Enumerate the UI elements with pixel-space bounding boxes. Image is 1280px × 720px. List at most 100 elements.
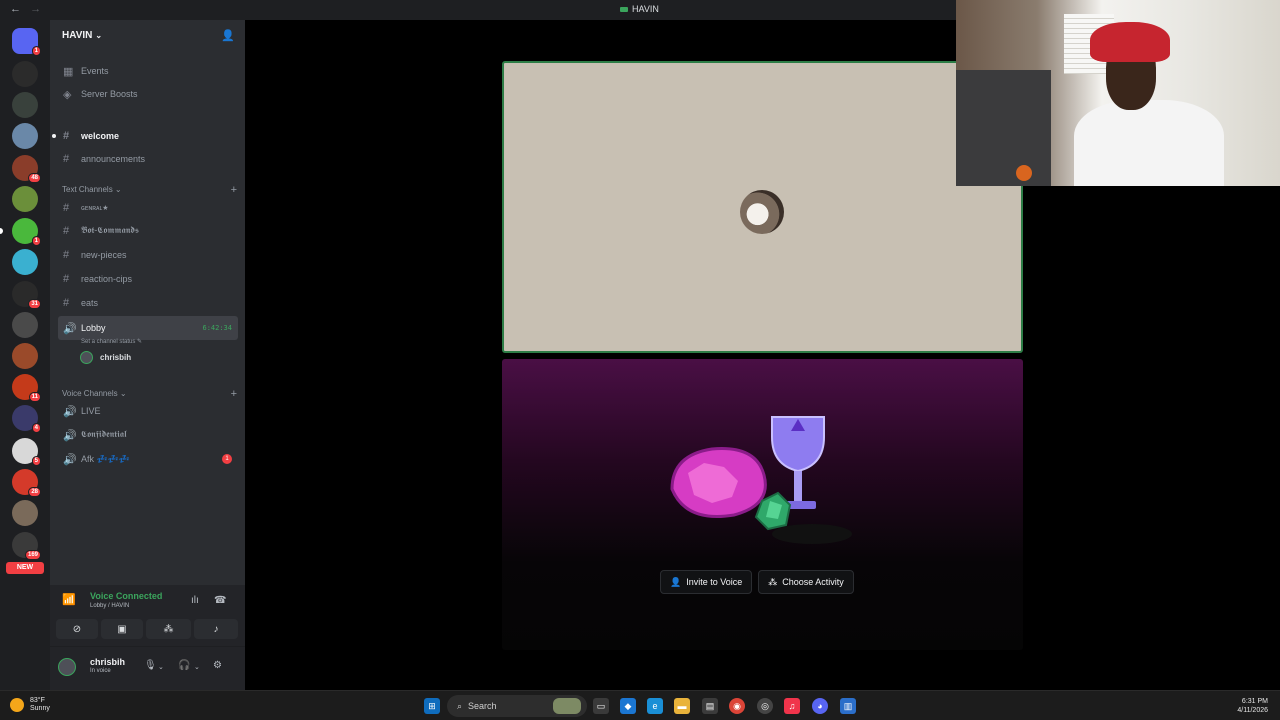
- server-2-icon[interactable]: [12, 92, 38, 118]
- system-clock[interactable]: 6:31 PM 4/11/2026: [1237, 697, 1268, 715]
- weather-widget[interactable]: 83°F Sunny: [10, 697, 50, 713]
- clock-date: 4/11/2026: [1237, 707, 1268, 714]
- add-channel-icon[interactable]: +: [231, 184, 237, 196]
- stage-actions: 👤 Invite to Voice ⁂ Choose Activity: [660, 570, 854, 594]
- microphone-icon[interactable]: 🎙: [144, 660, 157, 671]
- discord-icon[interactable]: ◕: [812, 698, 828, 714]
- activity-tile: 👤 Invite to Voice ⁂ Choose Activity: [502, 359, 1023, 650]
- activities-icon: ⁂: [768, 576, 778, 587]
- avatar: [80, 351, 93, 364]
- webcam-person-body: [1074, 100, 1224, 186]
- channel-sidebar: HAVIN ⌄ 👤 ▦ Events ◈ Server Boosts # welcom…: [50, 20, 245, 690]
- taskbar-search[interactable]: ⌕ Search: [447, 695, 587, 717]
- channel-status[interactable]: Set a channel status ✎: [81, 338, 142, 345]
- soundboard-button[interactable]: ♪: [194, 619, 238, 639]
- channel-welcome[interactable]: # welcome: [52, 126, 238, 146]
- task-view-icon[interactable]: ▭: [593, 698, 609, 714]
- discord-home-icon[interactable]: 1: [12, 28, 41, 56]
- channel-new-pieces[interactable]: # new-pieces: [58, 245, 238, 265]
- channel-eats[interactable]: # eats: [58, 293, 238, 313]
- notepad-icon[interactable]: ▥: [840, 698, 856, 714]
- category-text-channels[interactable]: Text Channels ⌄ +: [62, 184, 237, 196]
- back-button[interactable]: ←: [10, 3, 21, 15]
- speaker-icon: 🔊: [63, 322, 77, 335]
- edge-icon[interactable]: e: [647, 698, 663, 714]
- headphones-icon[interactable]: 🎧: [178, 660, 190, 671]
- server-3-icon[interactable]: [12, 123, 38, 149]
- store-icon[interactable]: ▤: [702, 698, 718, 714]
- channel-label: Lobby: [81, 323, 106, 333]
- events-item[interactable]: ▦ Events: [58, 61, 238, 81]
- voice-channel-afk[interactable]: 🔊 Afk 💤💤💤 1: [58, 449, 238, 469]
- server-7-icon[interactable]: [12, 249, 38, 275]
- copilot-icon[interactable]: ◆: [620, 698, 636, 714]
- search-icon: ⌕: [457, 700, 463, 711]
- voice-user-name: chrisbih: [100, 353, 132, 362]
- server-bm-icon[interactable]: [12, 61, 38, 87]
- channel-genral[interactable]: # ɢᴇɴʀᴀʟ★: [58, 198, 238, 218]
- invite-to-voice-button[interactable]: 👤 Invite to Voice: [660, 570, 753, 594]
- server-10-icon[interactable]: [12, 343, 38, 369]
- server-4-icon[interactable]: 48: [12, 155, 41, 183]
- chevron-down-icon[interactable]: ⌄: [158, 663, 164, 671]
- channel-label: 𝕮𝖔𝖓𝖋𝖎𝖉𝖊𝖓𝖙𝖎𝖆𝖑: [81, 430, 127, 440]
- channel-bot-commands[interactable]: # 𝕭𝖔𝖙-𝕮𝖔𝖒𝖒𝖆𝖓𝖉𝖘: [58, 221, 238, 241]
- channel-announcements[interactable]: # announcements: [58, 149, 238, 169]
- noise-suppression-icon[interactable]: ılı: [191, 595, 199, 606]
- unread-dot: [52, 134, 56, 138]
- server-14-icon[interactable]: 28: [12, 469, 41, 497]
- server-5-icon[interactable]: [12, 186, 38, 212]
- disconnect-icon[interactable]: ☎: [214, 595, 226, 606]
- voice-channel-confidential[interactable]: 🔊 𝕮𝖔𝖓𝖋𝖎𝖉𝖊𝖓𝖙𝖎𝖆𝖑: [58, 425, 238, 445]
- server-boosts-item[interactable]: ◈ Server Boosts: [58, 84, 238, 104]
- server-15-icon[interactable]: [12, 500, 38, 526]
- voice-status-title[interactable]: Voice Connected: [90, 591, 162, 601]
- participant-tile[interactable]: [502, 61, 1023, 353]
- user-name[interactable]: chrisbih: [90, 657, 125, 667]
- avatar[interactable]: [58, 658, 76, 676]
- gear-icon[interactable]: ⚙: [213, 660, 222, 671]
- choose-activity-button[interactable]: ⁂ Choose Activity: [758, 570, 854, 594]
- channel-status-text: Set a channel status: [81, 339, 136, 345]
- signal-icon[interactable]: 📶: [62, 593, 76, 606]
- channel-reaction-cips[interactable]: # reaction-cips: [58, 269, 238, 289]
- screen-share-icon: ▣: [117, 623, 127, 635]
- start-icon[interactable]: ⊞: [424, 698, 440, 714]
- voice-user[interactable]: chrisbih: [80, 351, 131, 364]
- channel-label: Afk 💤💤💤: [81, 453, 131, 464]
- server-8-icon[interactable]: 31: [12, 281, 41, 309]
- add-channel-icon[interactable]: +: [231, 388, 237, 400]
- file-explorer-icon[interactable]: ▬: [674, 698, 690, 714]
- speaker-icon: 🔊: [63, 429, 77, 442]
- music-icon[interactable]: ♫: [784, 698, 800, 714]
- chevron-down-icon[interactable]: ⌄: [194, 663, 200, 671]
- new-badge[interactable]: NEW: [6, 562, 44, 574]
- server-12-icon[interactable]: 4: [12, 405, 41, 433]
- voice-channel-lobby[interactable]: 🔊 Lobby 6:42:34: [58, 316, 238, 340]
- voice-timer: 6:42:34: [202, 324, 232, 332]
- invite-people-icon[interactable]: 👤: [221, 29, 235, 42]
- chrome-icon[interactable]: ◉: [729, 698, 745, 714]
- server-16-icon[interactable]: 169: [12, 532, 41, 560]
- screen-share-button[interactable]: ▣: [101, 619, 143, 639]
- mention-badge: 11: [28, 392, 41, 402]
- speaker-icon: 🔊: [63, 453, 77, 466]
- camera-off-button[interactable]: ⊘: [56, 619, 98, 639]
- forward-button[interactable]: →: [30, 3, 41, 15]
- hash-icon: #: [63, 273, 70, 285]
- server-9-icon[interactable]: [12, 312, 38, 338]
- server-header[interactable]: HAVIN ⌄ 👤: [50, 20, 245, 50]
- server-havin-icon[interactable]: 1: [0, 218, 41, 246]
- mention-badge: 169: [24, 550, 41, 560]
- trophy-illustration: [670, 416, 852, 544]
- mention-badge: 28: [28, 487, 41, 497]
- server-11-icon[interactable]: 11: [12, 374, 41, 402]
- category-voice-channels[interactable]: Voice Channels ⌄ +: [62, 388, 237, 400]
- user-status: In voice: [90, 668, 111, 674]
- channel-label: reaction-cips: [81, 274, 133, 284]
- channel-label: announcements: [81, 154, 146, 164]
- activities-button[interactable]: ⁂: [146, 619, 191, 639]
- obs-icon[interactable]: ◎: [757, 698, 773, 714]
- voice-channel-live[interactable]: 🔊 LIVE: [58, 401, 238, 421]
- server-13-icon[interactable]: 5: [12, 438, 41, 466]
